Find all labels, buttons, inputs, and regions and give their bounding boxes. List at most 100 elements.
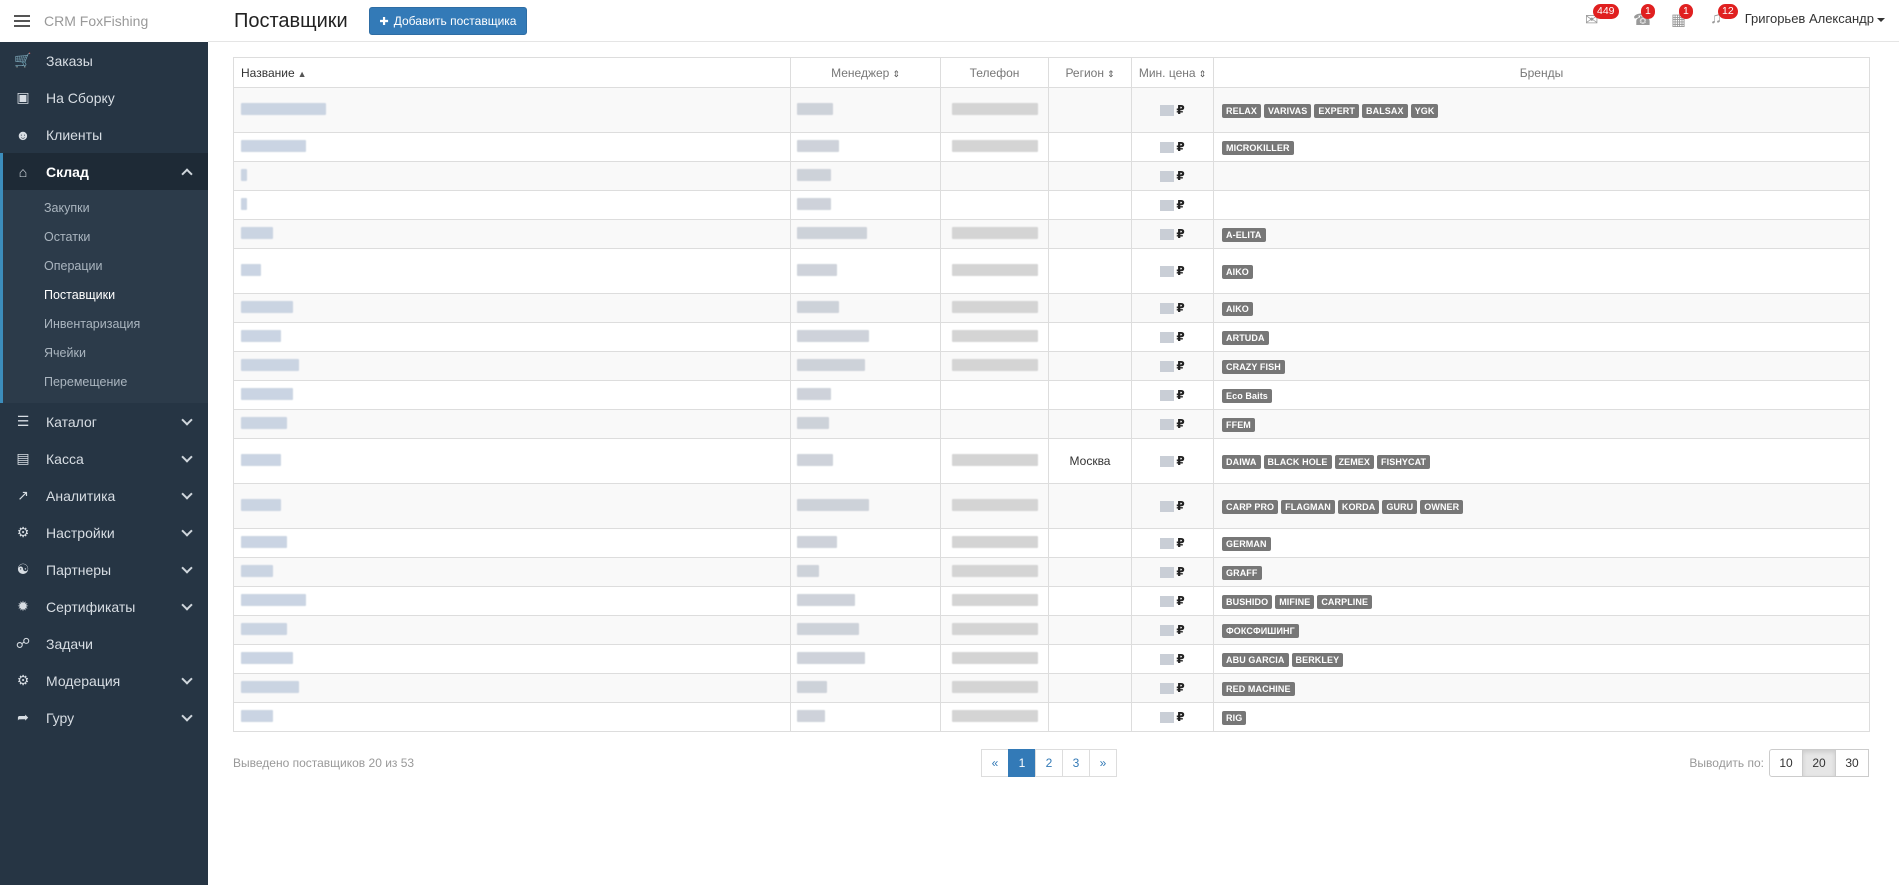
table-row[interactable]: ₽ ARTUDA	[233, 322, 1870, 352]
col-minprice-header[interactable]: Мин. цена ⇕	[1131, 57, 1214, 88]
table-row[interactable]: ₽ CARP PRO FLAGMAN KORDA GURU OWNER	[233, 483, 1870, 529]
caret-down-icon	[1877, 17, 1885, 22]
sidebar-item-assembly[interactable]: ▣ На Сборку	[0, 79, 208, 116]
col-name-header[interactable]: Название ▲	[233, 57, 791, 88]
calendar-icon[interactable]: ▦ 1	[1671, 4, 1693, 32]
supplier-name-cell[interactable]	[233, 483, 791, 529]
per-page-option[interactable]: 10	[1769, 749, 1803, 777]
supplier-name-cell[interactable]	[233, 409, 791, 439]
brand-label: MICROKILLER	[1222, 140, 1294, 155]
supplier-name-cell[interactable]	[233, 87, 791, 133]
supplier-name-cell[interactable]	[233, 702, 791, 732]
sidebar-item-cash[interactable]: ▤ Касса	[0, 440, 208, 477]
messages-icon[interactable]: ✉ 449	[1585, 4, 1619, 32]
sidebar-item-certificates[interactable]: ✹ Сертификаты	[0, 588, 208, 625]
table-row[interactable]: ₽ ФОКСФИШИНГ	[233, 615, 1870, 645]
per-page-option[interactable]: 20	[1802, 749, 1836, 777]
redacted-text	[241, 453, 281, 466]
supplier-name-cell[interactable]	[233, 586, 791, 616]
brands-cell: DAIWA BLACK HOLE ZEMEX FISHYCAT	[1213, 438, 1870, 484]
subitem-inventory[interactable]: Инвентаризация	[3, 310, 208, 339]
phone-cell	[940, 483, 1049, 529]
col-region-header[interactable]: Регион ⇕	[1048, 57, 1132, 88]
sidebar-item-clients[interactable]: ☻ Клиенты	[0, 116, 208, 153]
page-button[interactable]: 3	[1062, 749, 1090, 777]
supplier-name-cell[interactable]	[233, 248, 791, 294]
supplier-name-cell[interactable]	[233, 644, 791, 674]
table-row[interactable]: ₽ ABU GARCIA BERKLEY	[233, 644, 1870, 674]
supplier-name-cell[interactable]	[233, 351, 791, 381]
currency-symbol: ₽	[1176, 169, 1185, 183]
table-row[interactable]: ₽ CRAZY FISH	[233, 351, 1870, 381]
redacted-text	[951, 358, 1038, 371]
app-title[interactable]: CRM FoxFishing	[44, 13, 148, 29]
menu-toggle-icon[interactable]	[14, 15, 30, 27]
table-row[interactable]: ₽	[233, 161, 1870, 191]
subitem-purchases[interactable]: Закупки	[3, 194, 208, 223]
redacted-text	[1160, 266, 1175, 278]
supplier-name-cell[interactable]	[233, 219, 791, 249]
subitem-cells[interactable]: Ячейки	[3, 339, 208, 368]
add-supplier-button[interactable]: ✚ Добавить поставщика	[369, 7, 527, 35]
table-row[interactable]: ₽ Eco Baits	[233, 380, 1870, 410]
sidebar-item-label: Клиенты	[46, 126, 103, 143]
table-row[interactable]: ₽ AIKO	[233, 293, 1870, 323]
sidebar-item-partners[interactable]: ☯ Партнеры	[0, 551, 208, 588]
sidebar-item-moderation[interactable]: ⚙ Модерация	[0, 662, 208, 699]
table-row[interactable]: Москва ₽ DAIWA BLACK HOLE ZEMEX FISHYCAT	[233, 438, 1870, 484]
phone-cell	[940, 702, 1049, 732]
sidebar-item-catalog[interactable]: ☰ Каталог	[0, 403, 208, 440]
sort-icon: ⇕	[1198, 68, 1207, 79]
table-row[interactable]: ₽ RED MACHINE	[233, 673, 1870, 703]
user-menu[interactable]: Григорьев Александр	[1745, 11, 1885, 26]
per-page-option[interactable]: 30	[1835, 749, 1869, 777]
supplier-name-cell[interactable]	[233, 132, 791, 162]
supplier-name-cell[interactable]	[233, 161, 791, 191]
sidebar-item-analytics[interactable]: ↗ Аналитика	[0, 477, 208, 514]
redacted-text	[1160, 171, 1175, 183]
supplier-name-cell[interactable]	[233, 673, 791, 703]
subitem-transfer[interactable]: Перемещение	[3, 368, 208, 397]
subitem-suppliers[interactable]: Поставщики	[3, 281, 208, 310]
bell-icon[interactable]: ♫ 12	[1710, 4, 1738, 32]
phone-cell	[940, 586, 1049, 616]
subitem-operations[interactable]: Операции	[3, 252, 208, 281]
table-row[interactable]: ₽	[233, 190, 1870, 220]
sidebar-item-guru[interactable]: ➦ Гуру	[0, 699, 208, 736]
table-row[interactable]: ₽ AIKO	[233, 248, 1870, 294]
supplier-name-cell[interactable]	[233, 438, 791, 484]
supplier-name-cell[interactable]	[233, 528, 791, 558]
manager-cell	[790, 557, 941, 587]
supplier-name-cell[interactable]	[233, 557, 791, 587]
phone-icon[interactable]: ☎ 1	[1633, 4, 1655, 32]
page-prev-button[interactable]: «	[981, 749, 1009, 777]
currency-symbol: ₽	[1176, 103, 1185, 117]
supplier-name-cell[interactable]	[233, 615, 791, 645]
table-row[interactable]: ₽ GERMAN	[233, 528, 1870, 558]
supplier-name-cell[interactable]	[233, 190, 791, 220]
redacted-text	[951, 300, 1038, 313]
supplier-name-cell[interactable]	[233, 322, 791, 352]
sidebar-item-orders[interactable]: 🛒 Заказы	[0, 42, 208, 79]
phone-cell	[940, 615, 1049, 645]
sidebar-item-tasks[interactable]: ☍ Задачи	[0, 625, 208, 662]
supplier-name-cell[interactable]	[233, 380, 791, 410]
table-row[interactable]: ₽ FFEM	[233, 409, 1870, 439]
subitem-stock[interactable]: Остатки	[3, 223, 208, 252]
sidebar-item-warehouse[interactable]: ⌂ Склад	[0, 153, 208, 190]
table-row[interactable]: ₽ BUSHIDO MIFINE CARPLINE	[233, 586, 1870, 616]
brands-cell: RIG	[1213, 702, 1870, 732]
supplier-name-cell[interactable]	[233, 293, 791, 323]
table-row[interactable]: ₽ RELAX VARIVAS EXPERT BALSAX YGK	[233, 87, 1870, 133]
page-button[interactable]: 1	[1008, 749, 1036, 777]
page-button[interactable]: 2	[1035, 749, 1063, 777]
col-manager-header[interactable]: Менеджер ⇕	[790, 57, 941, 88]
currency-symbol: ₽	[1176, 301, 1185, 315]
min-price-cell: ₽	[1131, 483, 1214, 529]
sidebar-item-settings[interactable]: ⚙ Настройки	[0, 514, 208, 551]
page-next-button[interactable]: »	[1089, 749, 1117, 777]
table-row[interactable]: ₽ GRAFF	[233, 557, 1870, 587]
table-row[interactable]: ₽ RIG	[233, 702, 1870, 732]
table-row[interactable]: ₽ MICROKILLER	[233, 132, 1870, 162]
table-row[interactable]: ₽ A-ELITA	[233, 219, 1870, 249]
